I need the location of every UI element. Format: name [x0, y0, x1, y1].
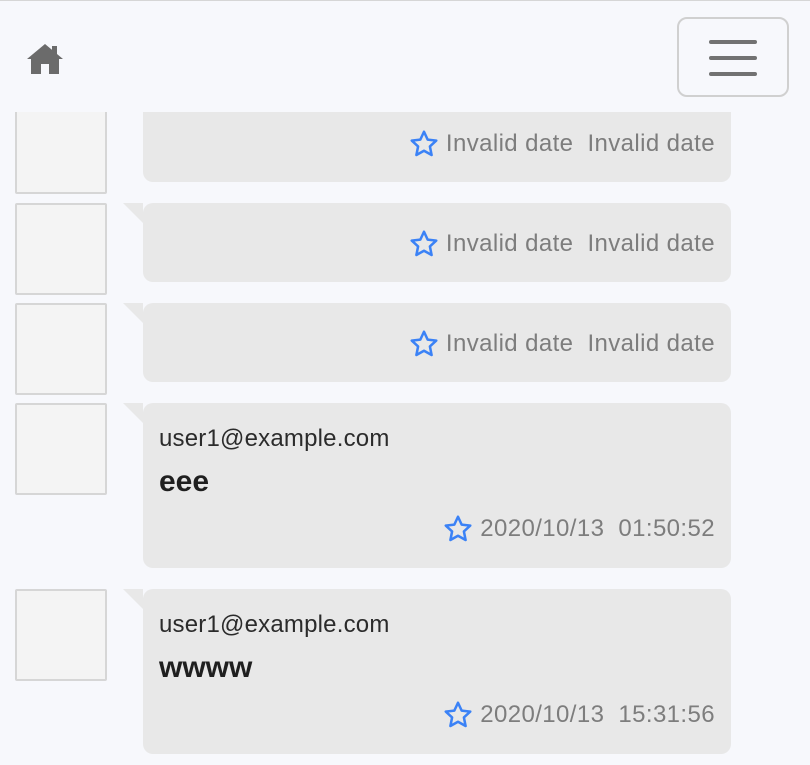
star-outline-icon[interactable]	[408, 328, 440, 360]
home-button[interactable]	[24, 41, 66, 77]
menu-toggle-button[interactable]	[677, 17, 789, 97]
message-date: 2020/10/13	[480, 515, 605, 542]
message-date: Invalid date	[445, 330, 574, 357]
avatar[interactable]	[15, 303, 107, 395]
message-time: 01:50:52	[618, 515, 715, 542]
message-meta: Invalid date Invalid date	[408, 228, 715, 260]
message-bubble: Invalid date Invalid date	[123, 203, 731, 282]
navbar	[0, 1, 810, 112]
avatar[interactable]	[15, 403, 107, 495]
avatar[interactable]	[15, 102, 107, 194]
message-bubble: user1@example.com eee 2020/10/13 01:50:5…	[123, 403, 731, 568]
home-icon	[27, 44, 63, 74]
message-date: Invalid date	[445, 130, 574, 157]
avatar[interactable]	[15, 203, 107, 295]
star-outline-icon[interactable]	[408, 228, 440, 260]
avatar[interactable]	[15, 589, 107, 681]
message-meta: 2020/10/13 01:50:52	[442, 513, 715, 545]
message-meta: 2020/10/13 15:31:56	[442, 699, 715, 731]
message-bubble: user1@example.com wwww 2020/10/13 15:31:…	[123, 589, 731, 754]
star-outline-icon[interactable]	[442, 513, 474, 545]
sender-email: user1@example.com	[159, 611, 390, 638]
message-meta: Invalid date Invalid date	[408, 328, 715, 360]
message-text: eee	[159, 465, 210, 498]
message-date: 2020/10/13	[480, 701, 605, 728]
message-time: 15:31:56	[618, 701, 715, 728]
bubble-tail	[123, 403, 143, 423]
star-outline-icon[interactable]	[408, 128, 440, 160]
star-outline-icon[interactable]	[442, 699, 474, 731]
message-date: Invalid date	[445, 230, 574, 257]
message-text: wwww	[159, 651, 253, 684]
sender-email: user1@example.com	[159, 425, 390, 452]
message-time: Invalid date	[587, 230, 715, 257]
message-feed[interactable]: Invalid date Invalid date Invalid date I…	[0, 0, 810, 765]
bubble-tail	[123, 203, 143, 223]
message-time: Invalid date	[587, 130, 715, 157]
message-meta: Invalid date Invalid date	[408, 128, 715, 160]
bubble-tail	[123, 303, 143, 323]
bubble-tail	[123, 589, 143, 609]
message-bubble: Invalid date Invalid date	[123, 303, 731, 382]
message-bubble: Invalid date Invalid date	[143, 102, 731, 182]
message-time: Invalid date	[587, 330, 715, 357]
